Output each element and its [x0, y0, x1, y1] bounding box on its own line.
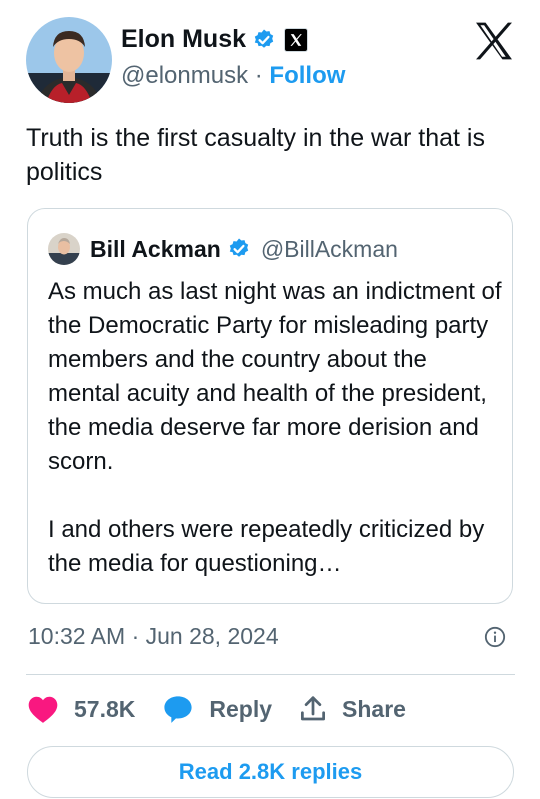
quoted-author-name: Bill Ackman [90, 235, 221, 262]
speech-bubble-icon [164, 696, 192, 723]
quoted-tweet[interactable]: Bill Ackman @BillAckman As much as last … [27, 208, 513, 604]
tweet-timestamp[interactable]: 10:32 AM · Jun 28, 2024 [28, 623, 279, 650]
heart-icon [28, 696, 58, 723]
embedded-tweet-card: Elon Musk @elonmusk · Follow Truth is th… [0, 0, 540, 799]
quoted-tweet-text: As much as last night was an indictment … [48, 275, 503, 581]
like-count: 57.8K [74, 695, 136, 722]
reply-label: Reply [209, 695, 273, 722]
verified-badge-icon [254, 29, 274, 48]
action-bar: 57.8K Reply Share [26, 692, 432, 726]
author-avatar[interactable] [26, 17, 112, 103]
x-affiliate-badge-icon [284, 27, 309, 52]
verified-badge-icon [229, 238, 249, 257]
share-button[interactable]: Share [298, 694, 406, 724]
quoted-author-avatar[interactable] [48, 233, 80, 265]
x-logo-icon[interactable] [472, 19, 516, 63]
divider [26, 674, 515, 675]
info-icon[interactable] [484, 626, 506, 648]
reply-button[interactable]: Reply [161, 693, 272, 725]
tweet-text: Truth is the first casualty in the war t… [26, 124, 485, 186]
read-replies-button[interactable]: Read 2.8K replies [27, 746, 514, 798]
like-button[interactable]: 57.8K [26, 694, 135, 724]
follow-link[interactable]: Follow [269, 62, 345, 89]
share-icon [301, 696, 326, 721]
quoted-paragraph-1: As much as last night was an indictment … [48, 278, 502, 475]
quoted-author-handle: @BillAckman [260, 235, 398, 262]
author-handle-row: @elonmusk · Follow [121, 62, 345, 90]
author-handle[interactable]: @elonmusk [121, 62, 248, 89]
handle-separator: · [254, 62, 263, 89]
share-label: Share [342, 695, 406, 722]
quoted-paragraph-2: I and others were repeatedly criticized … [48, 516, 485, 577]
author-name[interactable]: Elon Musk [121, 25, 246, 54]
